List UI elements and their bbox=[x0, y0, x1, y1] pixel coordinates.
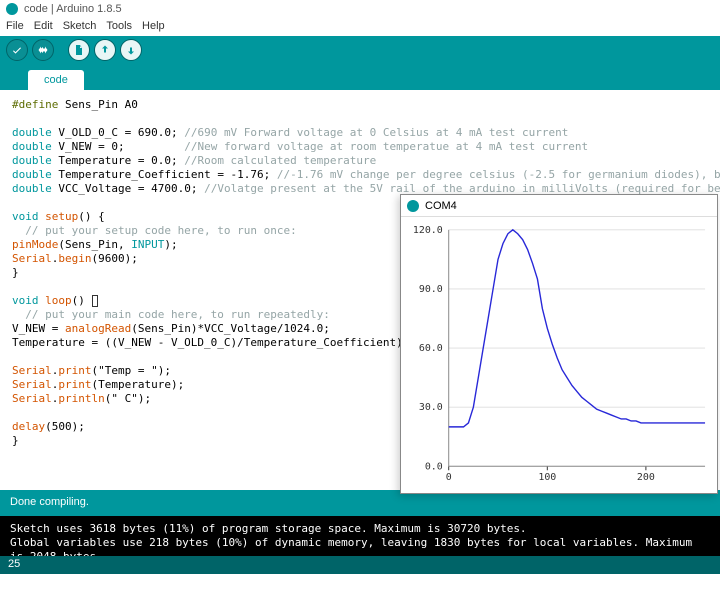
arduino-logo-icon bbox=[6, 3, 18, 15]
menu-edit[interactable]: Edit bbox=[34, 20, 53, 34]
footer: 25 bbox=[0, 556, 720, 574]
menu-tools[interactable]: Tools bbox=[106, 20, 132, 34]
svg-text:120.0: 120.0 bbox=[413, 225, 443, 236]
tab-code[interactable]: code bbox=[28, 70, 84, 90]
tabstrip: code bbox=[0, 64, 720, 90]
console: Sketch uses 3618 bytes (11%) of program … bbox=[0, 516, 720, 556]
svg-text:0: 0 bbox=[446, 472, 452, 483]
menu-file[interactable]: File bbox=[6, 20, 24, 34]
new-button[interactable] bbox=[68, 39, 90, 61]
console-line: Sketch uses 3618 bytes (11%) of program … bbox=[10, 522, 710, 536]
svg-text:200: 200 bbox=[637, 472, 655, 483]
line-chart: 120.0 90.0 60.0 30.0 0.00 100 200 bbox=[405, 221, 713, 491]
open-button[interactable] bbox=[94, 39, 116, 61]
arduino-logo-icon bbox=[407, 200, 419, 212]
plot-titlebar[interactable]: COM4 bbox=[401, 195, 717, 217]
menu-help[interactable]: Help bbox=[142, 20, 165, 34]
svg-text:0.0: 0.0 bbox=[425, 461, 443, 472]
line-number: 25 bbox=[8, 558, 20, 570]
save-button[interactable] bbox=[120, 39, 142, 61]
svg-text:100: 100 bbox=[538, 472, 556, 483]
plot-title: COM4 bbox=[425, 200, 457, 212]
svg-text:30.0: 30.0 bbox=[419, 402, 443, 413]
verify-button[interactable] bbox=[6, 39, 28, 61]
svg-text:90.0: 90.0 bbox=[419, 284, 443, 295]
svg-text:60.0: 60.0 bbox=[419, 343, 443, 354]
upload-button[interactable] bbox=[32, 39, 54, 61]
titlebar: code | Arduino 1.8.5 bbox=[0, 0, 720, 18]
toolbar bbox=[0, 36, 720, 64]
cursor-icon bbox=[92, 295, 98, 307]
serial-plotter-window[interactable]: COM4 120.0 90.0 60.0 30.0 0.00 100 200 bbox=[400, 194, 718, 494]
menu-sketch[interactable]: Sketch bbox=[63, 20, 97, 34]
menubar: File Edit Sketch Tools Help bbox=[0, 18, 720, 36]
status-text: Done compiling. bbox=[10, 496, 89, 508]
plot-area: 120.0 90.0 60.0 30.0 0.00 100 200 bbox=[401, 217, 717, 498]
window-title: code | Arduino 1.8.5 bbox=[24, 3, 122, 15]
console-line: Global variables use 218 bytes (10%) of … bbox=[10, 536, 710, 556]
